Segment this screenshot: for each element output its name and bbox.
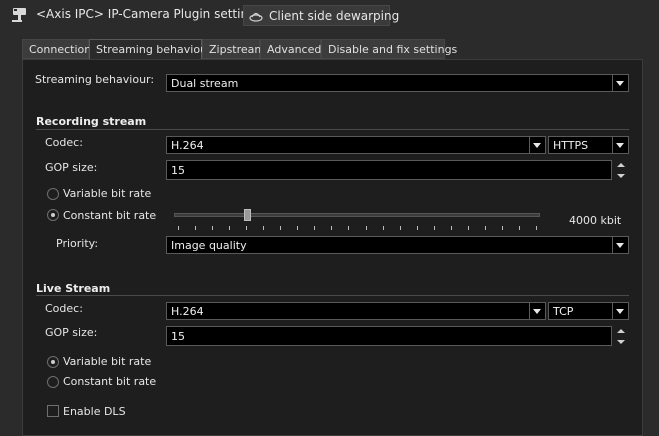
- live-gop-value: 15: [171, 330, 185, 343]
- client-dewarping-button[interactable]: Client side dewarping: [243, 5, 399, 26]
- tab-label: Advanced: [267, 43, 322, 56]
- slider-tick: [450, 226, 452, 230]
- recording-variable-bitrate-label: Variable bit rate: [63, 187, 152, 200]
- camera-icon: [12, 8, 26, 22]
- fisheye-icon: [249, 12, 263, 22]
- slider-tick: [331, 226, 333, 230]
- enable-dls-checkbox[interactable]: [47, 405, 59, 417]
- slider-tick: [314, 226, 316, 230]
- live-gop-input[interactable]: 15: [166, 326, 612, 346]
- slider-tick: [212, 226, 214, 230]
- chevron-down-icon[interactable]: [612, 75, 628, 91]
- recording-protocol-value: HTTPS: [553, 139, 589, 152]
- recording-codec-value: H.264: [171, 139, 204, 152]
- slider-tick: [263, 226, 265, 230]
- window-header: <Axis IPC> IP-Camera Plugin settings Cli…: [0, 0, 659, 32]
- decrement-arrow-icon[interactable]: [614, 171, 628, 182]
- slider-tick: [484, 226, 486, 230]
- increment-arrow-icon[interactable]: [614, 326, 628, 337]
- recording-priority-label: Priority:: [56, 237, 99, 250]
- tab-label: Disable and fix settings: [328, 43, 458, 56]
- recording-protocol-select[interactable]: HTTPS: [548, 136, 629, 154]
- live-variable-bitrate-label: Variable bit rate: [63, 355, 152, 368]
- tab-label: Connection: [29, 43, 92, 56]
- live-protocol-value: TCP: [553, 305, 574, 318]
- bitrate-slider-thumb[interactable]: [244, 209, 252, 221]
- recording-gop-input[interactable]: 15: [166, 160, 612, 180]
- tab-connection[interactable]: Connection: [22, 39, 92, 59]
- tab-advanced[interactable]: Advanced: [260, 39, 321, 59]
- client-dewarping-label: Client side dewarping: [269, 9, 400, 23]
- slider-tick: [518, 226, 520, 230]
- decrement-arrow-icon[interactable]: [614, 337, 628, 348]
- slider-tick: [178, 226, 179, 230]
- live-stream-heading: Live Stream: [36, 282, 111, 295]
- slider-tick: [195, 226, 197, 230]
- bitrate-value: 4000 kbit: [569, 214, 622, 227]
- live-constant-bitrate-label: Constant bit rate: [63, 375, 157, 388]
- chevron-down-icon[interactable]: [529, 303, 545, 319]
- live-variable-bitrate-radio[interactable]: [47, 356, 59, 368]
- recording-priority-value: Image quality: [171, 239, 247, 252]
- tab-zipstream[interactable]: Zipstream: [202, 39, 265, 59]
- bitrate-slider-track[interactable]: [174, 213, 540, 217]
- recording-variable-bitrate-radio[interactable]: [47, 188, 59, 200]
- tab-disable-fix-settings[interactable]: Disable and fix settings: [321, 39, 457, 59]
- streaming-behaviour-select[interactable]: Dual stream: [166, 74, 629, 92]
- recording-constant-bitrate-label: Constant bit rate: [63, 209, 157, 222]
- recording-codec-label: Codec:: [45, 136, 83, 149]
- recording-stream-heading: Recording stream: [36, 115, 147, 128]
- slider-tick: [416, 226, 418, 230]
- live-constant-bitrate-radio[interactable]: [47, 376, 59, 388]
- chevron-down-icon[interactable]: [529, 137, 545, 153]
- slider-tick: [382, 226, 384, 230]
- recording-codec-select[interactable]: H.264: [166, 136, 546, 154]
- tab-streaming-behaviour[interactable]: Streaming behaviour: [89, 39, 212, 60]
- slider-tick: [467, 226, 469, 230]
- chevron-down-icon[interactable]: [612, 137, 628, 153]
- slider-tick: [229, 226, 231, 230]
- section-divider: [36, 295, 629, 296]
- slider-tick: [433, 226, 435, 230]
- recording-constant-bitrate-radio[interactable]: [47, 209, 59, 221]
- chevron-down-icon[interactable]: [612, 237, 628, 253]
- increment-arrow-icon[interactable]: [614, 160, 628, 171]
- slider-tick: [501, 226, 503, 230]
- enable-dls-label: Enable DLS: [63, 405, 126, 418]
- live-gop-label: GOP size:: [45, 326, 98, 339]
- streaming-behaviour-label: Streaming behaviour:: [35, 73, 155, 86]
- slider-tick: [297, 226, 299, 230]
- slider-tick: [280, 226, 282, 230]
- live-gop-stepper[interactable]: [614, 326, 628, 348]
- recording-priority-select[interactable]: Image quality: [166, 236, 629, 254]
- chevron-down-icon[interactable]: [612, 303, 628, 319]
- recording-gop-stepper[interactable]: [614, 160, 628, 182]
- live-codec-select[interactable]: H.264: [166, 302, 546, 320]
- live-codec-value: H.264: [171, 305, 204, 318]
- tab-label: Zipstream: [209, 43, 266, 56]
- recording-gop-value: 15: [171, 164, 185, 177]
- slider-tick: [246, 226, 248, 230]
- slider-tick: [399, 226, 401, 230]
- section-divider: [36, 129, 629, 130]
- slider-tick: [348, 226, 350, 230]
- tab-label: Streaming behaviour: [96, 43, 212, 56]
- slider-tick: [536, 226, 537, 230]
- slider-tick: [365, 226, 367, 230]
- live-protocol-select[interactable]: TCP: [548, 302, 629, 320]
- recording-gop-label: GOP size:: [45, 161, 98, 174]
- streaming-behaviour-value: Dual stream: [171, 77, 239, 90]
- live-codec-label: Codec:: [45, 302, 83, 315]
- window-title: <Axis IPC> IP-Camera Plugin settings: [36, 7, 262, 21]
